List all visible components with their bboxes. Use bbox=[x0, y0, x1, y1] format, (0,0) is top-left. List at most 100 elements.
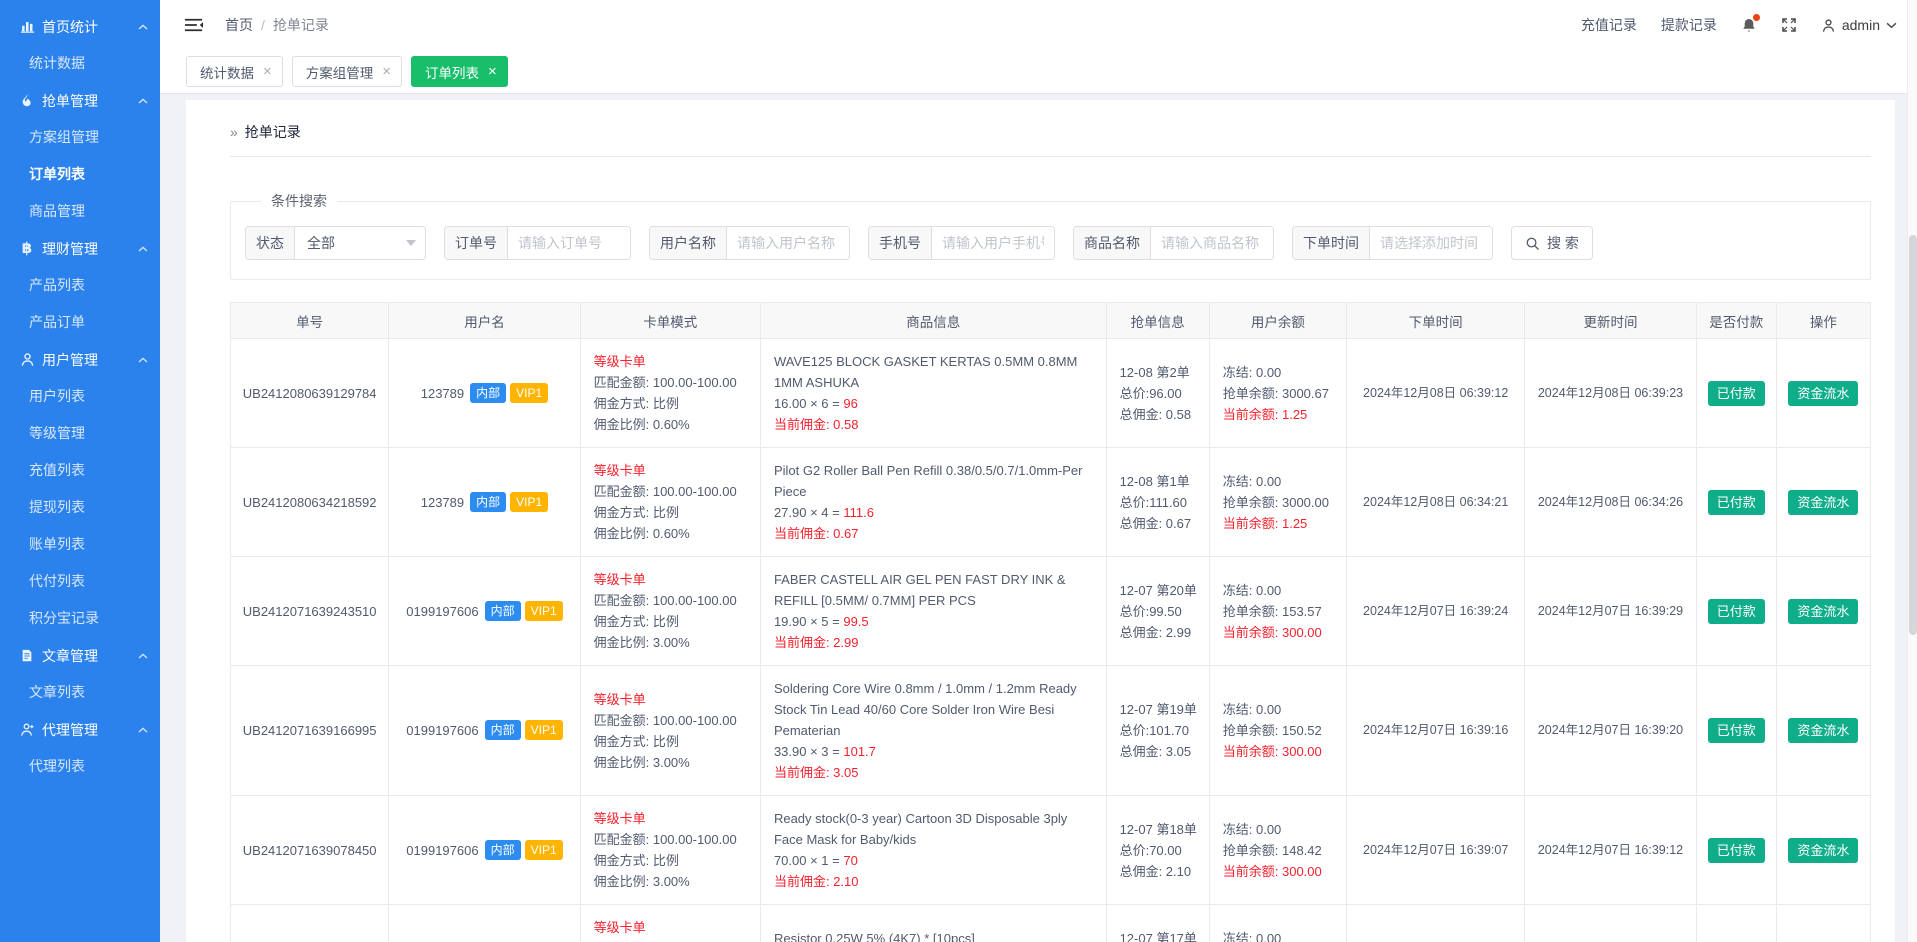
sidebar-group-label: 理财管理 bbox=[42, 240, 98, 257]
grab-line: 总价:96.00 bbox=[1119, 385, 1182, 401]
search-field: 手机号 bbox=[868, 226, 1055, 260]
grab-line: 12-07 第18单 bbox=[1119, 821, 1197, 837]
text-input[interactable] bbox=[1370, 227, 1492, 259]
breadcrumb-current: 抢单记录 bbox=[272, 17, 329, 33]
table-row: UB2412071639243510 0199197606 内部 VIP1 等级卡单… bbox=[229, 556, 1872, 666]
input-label: 订单号 bbox=[445, 227, 508, 259]
menu-fold-icon[interactable] bbox=[184, 17, 203, 33]
product-title: Ready stock(0-3 year) Cartoon 3D Disposa… bbox=[773, 811, 1068, 847]
fund-flow-button[interactable]: 资金流水 bbox=[1788, 380, 1859, 406]
grab-info-cell: 12-08 第2单 总价:96.00 总佣金: 0.58 bbox=[1105, 338, 1210, 448]
sidebar-group-header[interactable]: 首页统计 bbox=[0, 8, 160, 45]
card-mode-cell: 等级卡单 匹配金额: 100.00-100.00 佣金方式: 比例 佣金比例: … bbox=[579, 338, 761, 448]
search-icon bbox=[1526, 237, 1539, 250]
topbar-right: 充值记录 提款记录 admin bbox=[1581, 13, 1897, 35]
paid-status-cell: 已付款 bbox=[1695, 338, 1777, 448]
close-icon[interactable]: × bbox=[263, 64, 272, 79]
internal-badge: 内部 bbox=[470, 382, 507, 403]
sidebar-item[interactable]: 充值列表 bbox=[0, 452, 160, 489]
sidebar-group-header[interactable]: ฿ 理财管理 bbox=[0, 230, 160, 267]
sidebar-group-header[interactable]: 用户管理 bbox=[0, 341, 160, 378]
paid-badge: 已付款 bbox=[1707, 598, 1765, 624]
page-title: » 抢单记录 bbox=[230, 114, 1871, 157]
card-mode-cell: 等级卡单 匹配金额: 100.00-100.00 佣金方式: 比例 佣金比例: … bbox=[579, 556, 761, 666]
close-icon[interactable]: × bbox=[382, 64, 391, 79]
tab[interactable]: 统计数据 × bbox=[186, 56, 283, 87]
sidebar-item[interactable]: 产品订单 bbox=[0, 304, 160, 341]
notification-dot bbox=[1752, 13, 1760, 21]
mode-line: 佣金方式: 比例 bbox=[593, 396, 679, 411]
current-balance: 当前余额: 300.00 bbox=[1222, 744, 1322, 759]
sidebar-group-header[interactable]: 抢单管理 bbox=[0, 82, 160, 119]
text-input[interactable] bbox=[932, 227, 1054, 259]
user-balance-cell: 冻结: 0.00 抢单余额: 145.42 当前余额: 300.00 bbox=[1208, 904, 1348, 942]
created-time-cell: 2024年12月08日 06:34:21 bbox=[1346, 447, 1526, 557]
sidebar-item[interactable]: 积分宝记录 bbox=[0, 600, 160, 637]
fund-flow-button[interactable]: 资金流水 bbox=[1788, 718, 1859, 743]
fund-flow-button[interactable]: 资金流水 bbox=[1788, 598, 1859, 624]
sidebar-group-children: 产品列表 产品订单 bbox=[0, 267, 160, 341]
balance-line: 抢单余额: 148.42 bbox=[1222, 842, 1322, 858]
sidebar-group-header[interactable]: 代理管理 bbox=[0, 711, 160, 748]
sidebar-item[interactable]: 等级管理 bbox=[0, 415, 160, 452]
mode-line: 佣金比例: 3.00% bbox=[593, 754, 690, 770]
paid-status-cell: 已付款 bbox=[1695, 447, 1777, 557]
sidebar-item[interactable]: 代理列表 bbox=[0, 748, 160, 785]
column-header: 用户名 bbox=[388, 302, 581, 339]
created-time-cell: 2024年12月07日 16:38:59 bbox=[1346, 904, 1526, 942]
action-cell: 资金流水 bbox=[1775, 447, 1872, 557]
sidebar-item[interactable]: 订单列表 bbox=[0, 156, 160, 193]
order-no-cell: UB2412071639166995 bbox=[229, 665, 390, 796]
search-panel: 条件搜索 状态 全部 订单号 用户名称 手机号 bbox=[230, 191, 1871, 280]
fullscreen-icon[interactable] bbox=[1781, 17, 1797, 33]
action-cell: 资金流水 bbox=[1775, 338, 1872, 448]
scrollbar-thumb[interactable] bbox=[1909, 235, 1917, 635]
sidebar-item[interactable]: 统计数据 bbox=[0, 45, 160, 82]
grab-info-cell: 12-07 第18单 总价:70.00 总佣金: 2.10 bbox=[1105, 795, 1210, 905]
sidebar-group-label: 文章管理 bbox=[42, 647, 98, 664]
sidebar-item[interactable]: 账单列表 bbox=[0, 526, 160, 563]
fund-flow-button[interactable]: 资金流水 bbox=[1788, 837, 1859, 863]
grab-line: 12-07 第20单 bbox=[1119, 582, 1197, 598]
username: 0199197606 bbox=[406, 842, 479, 858]
internal-badge: 内部 bbox=[470, 491, 507, 512]
mode-line: 匹配金额: 100.00-100.00 bbox=[593, 484, 737, 499]
sidebar-item[interactable]: 提现列表 bbox=[0, 489, 160, 526]
mode-line: 佣金方式: 比例 bbox=[593, 853, 679, 868]
table-row: UB2412080634218592 123789 内部 VIP1 等级卡单 匹配金… bbox=[229, 447, 1872, 557]
status-select[interactable]: 全部 bbox=[295, 227, 425, 259]
grab-line: 总价:111.60 bbox=[1119, 494, 1188, 510]
mode-title: 等级卡单 bbox=[593, 572, 646, 587]
fund-flow-button[interactable]: 资金流水 bbox=[1788, 489, 1859, 515]
table-row: UB2412071639166995 0199197606 内部 VIP1 等级卡单… bbox=[229, 665, 1872, 796]
sidebar-item[interactable]: 商品管理 bbox=[0, 193, 160, 230]
bell-icon[interactable] bbox=[1741, 13, 1760, 34]
sidebar-group-header[interactable]: 文章管理 bbox=[0, 637, 160, 674]
search-button[interactable]: 搜 索 bbox=[1511, 226, 1593, 260]
card-mode-cell: 等级卡单 匹配金额: 100.00-100.00 佣金方式: 比例 佣金比例: … bbox=[579, 665, 761, 796]
text-input[interactable] bbox=[508, 227, 630, 259]
sidebar-item[interactable]: 代付列表 bbox=[0, 563, 160, 600]
product-formula: 33.90 × 3 = 101.7 bbox=[773, 744, 876, 759]
breadcrumb-home[interactable]: 首页 bbox=[225, 15, 253, 35]
withdrawal-records-link[interactable]: 提款记录 bbox=[1661, 15, 1717, 35]
recharge-records-link[interactable]: 充值记录 bbox=[1581, 15, 1637, 35]
username-cell: 0199197606 内部VIP1 bbox=[388, 556, 581, 666]
username: 0199197606 bbox=[406, 603, 479, 619]
sidebar-item[interactable]: 用户列表 bbox=[0, 378, 160, 415]
sidebar-item[interactable]: 产品列表 bbox=[0, 267, 160, 304]
close-icon[interactable]: × bbox=[488, 64, 497, 79]
sidebar-item[interactable]: 文章列表 bbox=[0, 674, 160, 711]
vip-badge: VIP1 bbox=[524, 720, 563, 740]
order-no-cell: UB2412071638598797 bbox=[229, 904, 390, 942]
text-input[interactable] bbox=[727, 227, 849, 259]
paid-status-cell: 已付款 bbox=[1695, 665, 1777, 796]
table-header: 单号 用户名 卡单模式 商品信息 抢单信息 用户余额 下单时间 更新时间 是否付款 操作 bbox=[229, 302, 1872, 339]
tab[interactable]: 订单列表 × bbox=[411, 56, 508, 87]
user-menu[interactable]: admin bbox=[1821, 17, 1897, 33]
internal-badge: 内部 bbox=[484, 720, 521, 740]
tab[interactable]: 方案组管理 × bbox=[291, 56, 403, 87]
text-input[interactable] bbox=[1151, 227, 1273, 259]
mode-title: 等级卡单 bbox=[593, 811, 646, 826]
sidebar-item[interactable]: 方案组管理 bbox=[0, 119, 160, 156]
